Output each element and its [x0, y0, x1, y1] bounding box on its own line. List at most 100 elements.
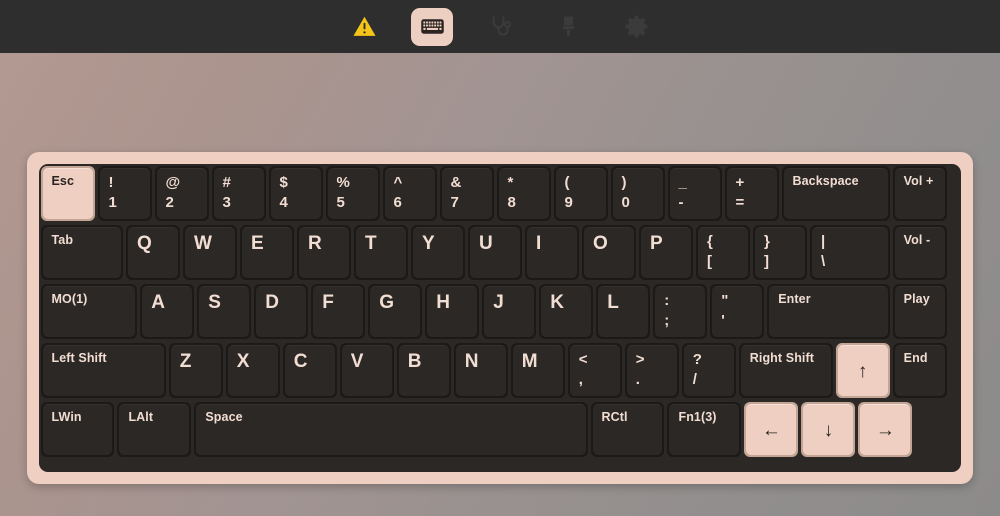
key-x[interactable]: X [225, 343, 280, 398]
key-b[interactable]: B [396, 343, 451, 398]
key-y[interactable]: Y [411, 225, 465, 280]
key-4[interactable]: $4 [268, 166, 323, 221]
appearance-button[interactable] [547, 8, 589, 46]
key-space[interactable]: Space [194, 402, 588, 457]
key-end[interactable]: End [892, 343, 947, 398]
keycap-top: Fn1(3) [669, 404, 740, 455]
key-backspace[interactable]: Backspace [781, 166, 890, 221]
key-comma[interactable]: <, [567, 343, 622, 398]
key-2[interactable]: @2 [154, 166, 209, 221]
key-v[interactable]: V [339, 343, 394, 398]
key-p[interactable]: P [639, 225, 693, 280]
key-1[interactable]: ! 1 [97, 166, 152, 221]
key-left-alt[interactable]: LAlt [117, 402, 192, 457]
key-volume-down[interactable]: Vol - [892, 225, 947, 280]
keycap-top: O [584, 227, 634, 278]
keycap-legend-shifted: < [578, 351, 588, 368]
key-i[interactable]: I [525, 225, 579, 280]
keycap-top: End [894, 345, 945, 396]
key-bracket-right[interactable]: }] [753, 225, 807, 280]
keycap-legend-primary: 3 [222, 194, 231, 211]
key-slash[interactable]: ? / [681, 343, 736, 398]
key-z[interactable]: Z [168, 343, 223, 398]
key-5[interactable]: % 5 [325, 166, 380, 221]
key-s[interactable]: S [197, 284, 252, 339]
key-7[interactable]: & 7 [439, 166, 494, 221]
key-minus[interactable]: _ - [667, 166, 722, 221]
key-o[interactable]: O [582, 225, 636, 280]
key-equal[interactable]: + = [724, 166, 779, 221]
key-3[interactable]: #3 [211, 166, 266, 221]
key-arrow-left[interactable]: ← [744, 402, 799, 457]
warning-triangle-icon [352, 14, 377, 39]
keycap-top: Enter [769, 286, 888, 337]
key-enter[interactable]: Enter [767, 284, 890, 339]
keycap-legend-primary: 6 [393, 194, 402, 211]
keycap-top: Tab [42, 227, 121, 278]
key-right-shift[interactable]: Right Shift [738, 343, 833, 398]
diagnostics-button[interactable] [479, 8, 521, 46]
keycap-legend-shifted: { [707, 233, 713, 250]
key-semicolon[interactable]: :; [653, 284, 708, 339]
keycap-top: ! 1 [99, 168, 150, 219]
key-8[interactable]: * 8 [496, 166, 551, 221]
keycap-legend: K [550, 292, 564, 313]
key-fn1[interactable]: Fn1(3) [667, 402, 742, 457]
key-quote[interactable]: " ' [710, 284, 765, 339]
warnings-button[interactable] [343, 8, 385, 46]
key-f[interactable]: F [311, 284, 366, 339]
key-j[interactable]: J [482, 284, 537, 339]
keycap-legend: F [322, 292, 334, 313]
keycap-legend-shifted: & [450, 174, 462, 191]
key-arrow-down[interactable]: ↓ [801, 402, 856, 457]
key-u[interactable]: U [468, 225, 522, 280]
key-n[interactable]: N [453, 343, 508, 398]
keycap-legend-shifted: ! [108, 174, 114, 191]
keycap-top: F [313, 286, 364, 337]
key-arrow-up[interactable]: ↑ [835, 343, 890, 398]
key-h[interactable]: H [425, 284, 480, 339]
key-t[interactable]: T [354, 225, 408, 280]
key-g[interactable]: G [368, 284, 423, 339]
key-6[interactable]: ^ 6 [382, 166, 437, 221]
settings-button[interactable] [615, 8, 657, 46]
key-e[interactable]: E [240, 225, 294, 280]
key-m[interactable]: M [510, 343, 565, 398]
key-r[interactable]: R [297, 225, 351, 280]
key-right-ctrl[interactable]: RCtl [590, 402, 665, 457]
key-escape[interactable]: Esc [40, 166, 95, 221]
keyboard-row-home-row: MO(1) A S D F G H J K L:; " ' Enter Play [39, 283, 961, 342]
key-arrow-right[interactable]: → [858, 402, 913, 457]
keycap-top: Z [170, 345, 221, 396]
key-tab[interactable]: Tab [40, 225, 123, 280]
keycap-legend-primary: ; [664, 312, 670, 329]
key-c[interactable]: C [282, 343, 337, 398]
keycap-top: Right Shift [740, 345, 831, 396]
key-k[interactable]: K [539, 284, 594, 339]
keycap-legend: C [293, 351, 308, 372]
key-bracket-left[interactable]: {[ [696, 225, 750, 280]
keymap-button[interactable] [411, 7, 453, 46]
keycap-top: Left Shift [42, 345, 164, 396]
key-w[interactable]: W [183, 225, 237, 280]
key-play[interactable]: Play [892, 284, 947, 339]
key-a[interactable]: A [140, 284, 195, 339]
key-left-shift[interactable]: Left Shift [40, 343, 166, 398]
key-period[interactable]: >. [624, 343, 679, 398]
key-backslash[interactable]: | \ [810, 225, 890, 280]
keycap-top: V [341, 345, 392, 396]
key-q[interactable]: Q [126, 225, 180, 280]
keycap-top: A [142, 286, 193, 337]
keycap-legend-primary: - [678, 194, 684, 211]
keyboard-row-bottom-letter-row: Left Shift Z X C V B N M <, >.? / Right Shift ↑ End [39, 342, 961, 401]
key-volume-up[interactable]: Vol + [892, 166, 947, 221]
keycap-legend-primary: , [578, 371, 583, 388]
key-mo1[interactable]: MO(1) [40, 284, 138, 339]
key-9[interactable]: (9 [553, 166, 608, 221]
key-d[interactable]: D [254, 284, 309, 339]
keycap-top: T [356, 227, 406, 278]
key-l[interactable]: L [596, 284, 651, 339]
key-0[interactable]: ) 0 [610, 166, 665, 221]
keycap-top: U [470, 227, 520, 278]
key-left-win[interactable]: LWin [40, 402, 115, 457]
